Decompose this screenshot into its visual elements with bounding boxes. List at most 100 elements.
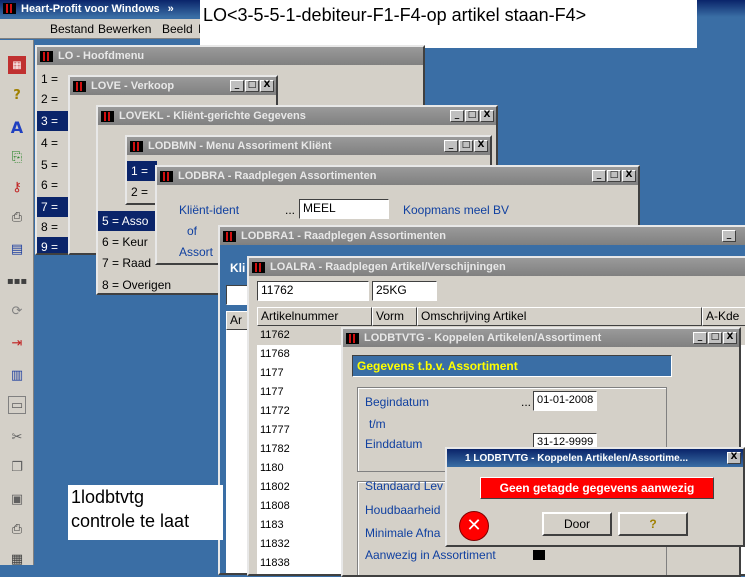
table-row[interactable]: 11832 bbox=[257, 535, 290, 554]
copy-icon[interactable]: ❐ bbox=[8, 458, 26, 476]
lovekl-close-button[interactable]: X bbox=[480, 110, 494, 122]
love-close-button[interactable]: X bbox=[260, 80, 274, 92]
lodbtvtg-titlebar: LODBTVTG - Koppelen Artikelen/Assortimen… bbox=[343, 329, 739, 347]
lodbtvtg-minimize-button[interactable]: _ bbox=[693, 332, 707, 344]
app-title-suffix[interactable]: » bbox=[168, 3, 174, 15]
cut-icon[interactable]: ✂ bbox=[8, 428, 26, 446]
lodbtvtg-begindatum-dots: ... bbox=[521, 395, 532, 409]
lovekl-titlebar: LOVEKL - Kliënt-gerichte Gegevens _ □ X bbox=[98, 107, 496, 125]
lodbra1-left-label: Kli bbox=[230, 261, 246, 275]
loalra-form-input[interactable]: 25KG bbox=[372, 281, 437, 301]
table-row[interactable]: 1177 bbox=[257, 383, 284, 402]
love-minimize-button[interactable]: _ bbox=[230, 80, 244, 92]
loalra-titlebar: LOALRA - Raadplegen Artikel/Verschijning… bbox=[249, 258, 745, 276]
lodbmn-minimize-button[interactable]: _ bbox=[444, 140, 458, 152]
loalra-title: LOALRA - Raadplegen Artikel/Verschijning… bbox=[270, 261, 506, 273]
lodbra-maximize-button[interactable]: □ bbox=[607, 170, 621, 182]
table-row[interactable]: 11768 bbox=[257, 345, 290, 364]
print-icon[interactable]: ⎙ bbox=[8, 208, 26, 226]
side-toolbar: ▦ ? A ⎘ ⚷ ⎙ ▤ ▪▪▪ ⟳ ⇥ ▥ ▭ ✂ ❐ ▣ ⎙ ▦ bbox=[0, 40, 34, 568]
lodbmn-item-2[interactable]: 2 = bbox=[127, 182, 157, 202]
help-button[interactable]: ? bbox=[618, 512, 688, 536]
table-row[interactable]: 1184 bbox=[257, 573, 284, 574]
col-omschrijving[interactable]: Omschrijving Artikel bbox=[417, 307, 702, 326]
lodbtvtg-maximize-button[interactable]: □ bbox=[708, 332, 722, 344]
menu-beeld[interactable]: Beeld bbox=[162, 22, 193, 36]
door-button[interactable]: Door bbox=[542, 512, 612, 536]
lodbra-client-input[interactable]: MEEL bbox=[299, 199, 389, 219]
report-icon[interactable]: ▦ bbox=[8, 56, 26, 74]
window-icon[interactable]: ▭ bbox=[8, 396, 26, 414]
lodbra1-logo-icon bbox=[223, 230, 236, 242]
lodbra-title: LODBRA - Raadplegen Assortimenten bbox=[178, 170, 377, 182]
lodbra-assort-label: Assort bbox=[179, 245, 214, 259]
chart-icon[interactable]: ▥ bbox=[8, 366, 26, 384]
lodbtvtg-begindatum-label: Begindatum bbox=[365, 395, 430, 409]
error-dialog[interactable]: 1 LODBTVTG - Koppelen Artikelen/Assortim… bbox=[445, 447, 745, 547]
menu-bestand[interactable]: Bestand bbox=[50, 22, 94, 36]
table-row[interactable]: 11777 bbox=[257, 421, 290, 440]
table-row[interactable]: 11802 bbox=[257, 478, 290, 497]
lodbtvtg-tm-label: t/m bbox=[369, 417, 386, 431]
love-title: LOVE - Verkoop bbox=[91, 80, 175, 92]
key-icon[interactable]: ⚷ bbox=[8, 178, 26, 196]
lodbmn-title: LODBMN - Menu Assoriment Kliënt bbox=[148, 140, 332, 152]
app-logo-icon bbox=[3, 3, 16, 14]
help-icon[interactable]: ? bbox=[8, 86, 26, 104]
export-icon[interactable]: ⎘ bbox=[8, 148, 26, 166]
lodbra-of-label: of bbox=[187, 224, 198, 238]
col-vorm[interactable]: Vorm bbox=[372, 307, 417, 326]
lodbra-minimize-button[interactable]: _ bbox=[592, 170, 606, 182]
lodbtvtg-begindatum-input[interactable]: 01-01-2008 bbox=[533, 391, 597, 411]
lodbra-close-button[interactable]: X bbox=[622, 170, 636, 182]
calculator-icon[interactable]: ▤ bbox=[8, 240, 26, 258]
col-artikelnummer[interactable]: Artikelnummer bbox=[257, 307, 372, 326]
love-maximize-button[interactable]: □ bbox=[245, 80, 259, 92]
lodbtvtg-standaard-label: Standaard Lev bbox=[365, 479, 444, 493]
lodbtvtg-aanwezig-checkbox[interactable] bbox=[533, 550, 545, 560]
lodbtvtg-close-button[interactable]: X bbox=[723, 332, 737, 344]
table-row[interactable]: 11838 bbox=[257, 554, 290, 573]
error-message-box: Geen getagde gegevens aanwezig bbox=[480, 477, 714, 499]
lodbmn-maximize-button[interactable]: □ bbox=[459, 140, 473, 152]
love-titlebar: LOVE - Verkoop _ □ X bbox=[70, 77, 276, 95]
lodbra1-title: LODBRA1 - Raadplegen Assortimenten bbox=[241, 230, 446, 242]
menu-bewerken[interactable]: Bewerken bbox=[98, 22, 151, 36]
print-preview-icon[interactable]: ⎙ bbox=[8, 520, 26, 538]
exit-icon[interactable]: ⇥ bbox=[8, 334, 26, 352]
lodbra1-minimize-button[interactable]: _ bbox=[722, 230, 736, 242]
lovekl-minimize-button[interactable]: _ bbox=[450, 110, 464, 122]
paste-icon[interactable]: ▣ bbox=[8, 490, 26, 508]
lodbtvtg-aanwezig-label: Aanwezig in Assortiment bbox=[365, 548, 496, 562]
loalra-article-input[interactable]: 11762 bbox=[257, 281, 369, 301]
lodbmn-item-1[interactable]: 1 = bbox=[127, 161, 157, 181]
lovekl-logo-icon bbox=[101, 110, 114, 122]
lodbtvtg-einddatum-label: Einddatum bbox=[365, 437, 423, 451]
lodbra-titlebar: LODBRA - Raadplegen Assortimenten _ □ X bbox=[157, 167, 638, 185]
table-row[interactable]: 1180 bbox=[257, 459, 284, 478]
lodbra-client-label: Kliënt-ident bbox=[179, 203, 240, 217]
lodbra-logo-icon bbox=[160, 170, 173, 182]
lovekl-maximize-button[interactable]: □ bbox=[465, 110, 479, 122]
col-a-kde[interactable]: A-Kde bbox=[702, 307, 745, 326]
loalra-logo-icon bbox=[252, 261, 265, 273]
lovekl-title: LOVEKL - Kliënt-gerichte Gegevens bbox=[119, 110, 306, 122]
lodbmn-close-button[interactable]: X bbox=[474, 140, 488, 152]
help-question-icon: ? bbox=[649, 517, 657, 531]
table-row[interactable]: 11772 bbox=[257, 402, 290, 421]
dots-icon[interactable]: ▪▪▪ bbox=[7, 272, 27, 290]
spelling-icon[interactable]: A bbox=[8, 118, 26, 137]
lovekl-item-8[interactable]: 8 = Overigen bbox=[98, 275, 188, 293]
error-dialog-close-button[interactable]: X bbox=[727, 452, 741, 464]
lodbtvtg-title: LODBTVTG - Koppelen Artikelen/Assortimen… bbox=[364, 332, 602, 344]
table-row[interactable]: 1177 bbox=[257, 364, 284, 383]
annotation-bottom: 1lodbtvtg controle te laat bbox=[68, 485, 223, 540]
lodbmn-titlebar: LODBMN - Menu Assoriment Kliënt _ □ X bbox=[127, 137, 490, 155]
save-icon[interactable]: ▦ bbox=[8, 550, 26, 568]
lodbtvtg-logo-icon bbox=[346, 332, 359, 344]
table-row[interactable]: 11808 bbox=[257, 497, 290, 516]
table-row[interactable]: 1183 bbox=[257, 516, 284, 535]
refresh-icon[interactable]: ⟳ bbox=[8, 302, 26, 320]
table-row[interactable]: 11782 bbox=[257, 440, 290, 459]
lodbra-client-name: Koopmans meel BV bbox=[403, 203, 510, 217]
